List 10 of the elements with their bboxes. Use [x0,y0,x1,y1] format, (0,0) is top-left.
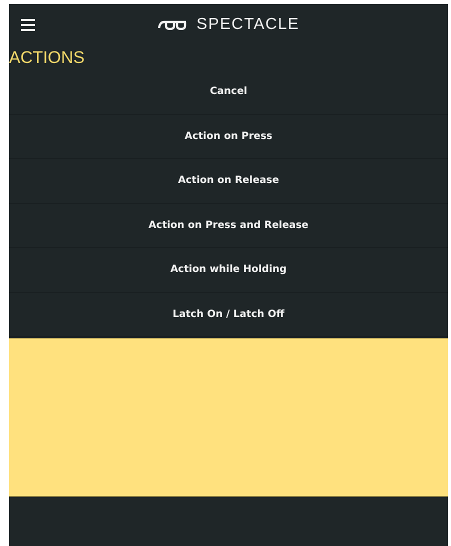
action-item[interactable]: Action while Holding [166,260,291,280]
action-item[interactable]: Action on Press and Release [144,216,312,235]
action-item[interactable]: Latch On / Latch Off [168,304,288,324]
action-item[interactable]: Action on Press [180,126,276,146]
app-title: SPECTACLE [196,15,300,35]
menu-icon[interactable] [21,19,35,31]
action-item[interactable]: Cancel [206,82,252,102]
action-item[interactable]: Action on Release [174,171,283,190]
section-title: ACTIONS [9,48,85,67]
glasses-icon [158,20,188,30]
